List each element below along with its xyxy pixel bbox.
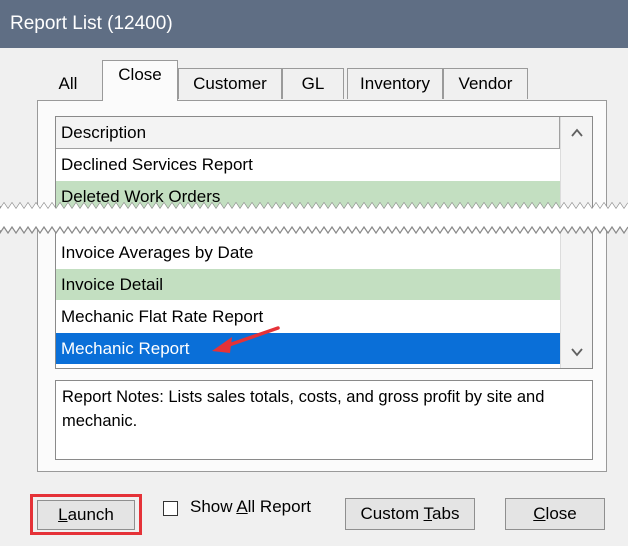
annotation-arrow-icon [212,326,280,353]
report-list-window: Report List (12400) All Close Customer G… [0,0,628,546]
list-break-icon [0,201,628,235]
